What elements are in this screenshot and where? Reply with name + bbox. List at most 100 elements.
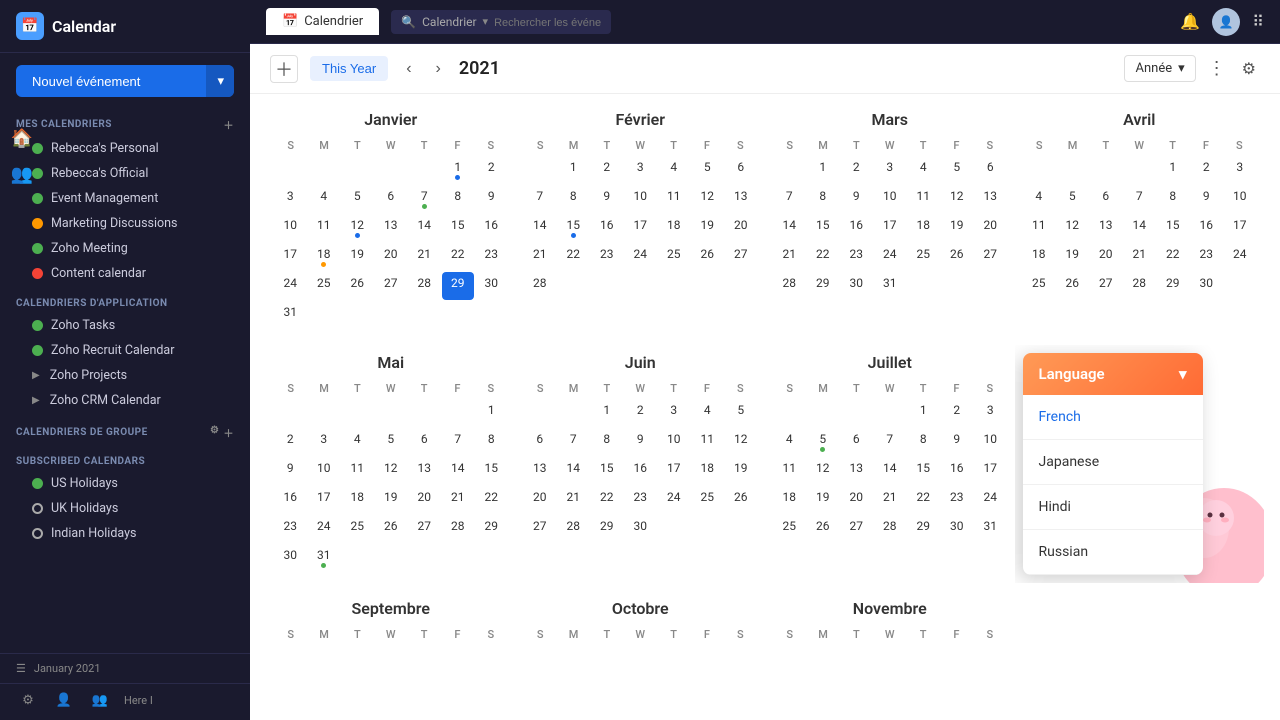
next-year-button[interactable]: › [430, 56, 447, 82]
lang-option-hindi[interactable]: Hindi [1023, 485, 1203, 530]
day-cell[interactable]: 24 [274, 272, 307, 300]
sidebar-item-marketing-discussions[interactable]: Marketing Discussions [16, 211, 234, 236]
here-label: Here I [124, 694, 153, 707]
lang-option-french[interactable]: French [1023, 395, 1203, 440]
month-title-octobre: Octobre [524, 599, 758, 618]
day-cell[interactable]: 20 [375, 243, 408, 271]
add-user-bottom-icon[interactable]: 👥 [88, 688, 112, 712]
month-juin: Juin SMTWTFS 12345 6789101112 1314151617… [516, 345, 766, 583]
day-grid-juin: 12345 6789101112 13141516171819 20212223… [524, 399, 758, 543]
user-avatar[interactable]: 👤 [1212, 8, 1240, 36]
my-calendars-title: MES CALENDRIERS ＋ [16, 117, 234, 132]
prev-year-button[interactable]: ‹ [400, 56, 417, 82]
sidebar-item-zoho-crm[interactable]: ▶ Zoho CRM Calendar [16, 388, 234, 413]
calendar-tab[interactable]: 📅 Calendrier [266, 8, 379, 35]
new-event-label[interactable]: Nouvel événement [16, 66, 206, 97]
sidebar-item-uk-holidays[interactable]: UK Holidays [16, 496, 234, 521]
sidebar-item-zoho-meeting[interactable]: Zoho Meeting [16, 236, 234, 261]
day-cell[interactable] [375, 156, 408, 184]
day-cell-today[interactable]: 29 [442, 272, 475, 300]
more-options-icon[interactable]: ⋮ [1204, 54, 1230, 83]
months-row-1: Janvier SMTWTFS 1 2 3 4 5 6 7 [266, 102, 1264, 337]
search-bar[interactable]: 🔍 Calendrier ▾ [391, 10, 611, 34]
day-cell[interactable]: 17 [274, 243, 307, 271]
sidebar-item-rebeccas-official[interactable]: Rebecca's Official [16, 161, 234, 186]
day-cell[interactable]: 23 [475, 243, 508, 271]
new-event-button[interactable]: Nouvel événement ▾ [16, 65, 234, 97]
day-cell[interactable]: 9 [475, 185, 508, 213]
view-dropdown[interactable]: Année ▾ [1124, 55, 1195, 82]
day-cell[interactable] [341, 156, 374, 184]
day-cell[interactable]: 22 [442, 243, 475, 271]
apps-grid-icon[interactable]: ⠿ [1252, 12, 1264, 31]
day-cell[interactable]: 14 [408, 214, 441, 242]
month-mars: Mars SMTWTFS 1 2 3 4 5 6 7 8 9 10 11 [765, 102, 1015, 337]
search-placeholder[interactable] [494, 15, 601, 29]
day-cell[interactable]: 13 [375, 214, 408, 242]
this-year-button[interactable]: This Year [310, 56, 388, 81]
day-cell[interactable]: 15 [442, 214, 475, 242]
language-dropdown: Language ▾ French Japanese Hindi Russian [1023, 353, 1203, 575]
add-group-icon[interactable]: ＋ [224, 425, 235, 440]
new-event-arrow[interactable]: ▾ [206, 65, 234, 97]
month-title-novembre: Novembre [773, 599, 1007, 618]
day-cell[interactable]: 21 [408, 243, 441, 271]
sidebar-item-zoho-projects[interactable]: ▶ Zoho Projects [16, 363, 234, 388]
sidebar: 📅 Calendar Nouvel événement ▾ 🏠 👥 MES CA… [0, 0, 250, 720]
lang-option-japanese[interactable]: Japanese [1023, 440, 1203, 485]
add-event-plus-button[interactable]: ＋ [270, 55, 298, 83]
day-cell[interactable]: 30 [475, 272, 508, 300]
day-headers: SMTWTFS [524, 380, 758, 397]
day-cell[interactable]: 10 [274, 214, 307, 242]
sidebar-collapse-icon[interactable]: ☰ [16, 662, 26, 675]
day-cell[interactable] [274, 156, 307, 184]
sidebar-item-indian-holidays[interactable]: Indian Holidays [16, 521, 234, 546]
language-title: Language [1039, 365, 1105, 383]
group-settings-icon[interactable]: ⚙ [210, 425, 219, 440]
day-cell[interactable]: 11 [308, 214, 341, 242]
dropdown-arrow-icon: ▾ [1178, 61, 1185, 76]
day-grid-mai: 1 2345678 9101112131415 16171819202122 2… [274, 399, 508, 572]
day-cell[interactable]: 2 [475, 156, 508, 184]
day-cell[interactable]: 7 [408, 185, 441, 213]
day-cell[interactable]: 26 [341, 272, 374, 300]
calendar-settings-icon[interactable]: ⚙ [1238, 55, 1260, 82]
sidebar-item-us-holidays[interactable]: US Holidays [16, 471, 234, 496]
sidebar-item-content-calendar[interactable]: Content calendar [16, 261, 234, 286]
day-cell[interactable]: 4 [308, 185, 341, 213]
search-input[interactable] [494, 17, 601, 29]
sidebar-item-rebeccas-personal[interactable]: Rebecca's Personal [16, 136, 234, 161]
day-cell[interactable]: 19 [341, 243, 374, 271]
app-calendars-title: CALENDRIERS D'APPLICATION [16, 298, 234, 309]
day-cell[interactable]: 28 [408, 272, 441, 300]
day-cell[interactable]: 8 [442, 185, 475, 213]
day-cell[interactable]: 3 [274, 185, 307, 213]
add-calendar-icon[interactable]: ＋ [224, 117, 235, 132]
language-dropdown-arrow-icon[interactable]: ▾ [1179, 365, 1187, 383]
day-cell[interactable]: 31 [274, 301, 307, 329]
day-cell[interactable]: 12 [341, 214, 374, 242]
day-cell[interactable]: 6 [375, 185, 408, 213]
sidebar-item-event-management[interactable]: Event Management [16, 186, 234, 211]
notification-icon[interactable]: 🔔 [1180, 12, 1200, 31]
day-cell[interactable]: 25 [308, 272, 341, 300]
sidebar-item-zoho-recruit[interactable]: Zoho Recruit Calendar [16, 338, 234, 363]
day-cell[interactable]: 27 [375, 272, 408, 300]
lang-option-russian[interactable]: Russian [1023, 530, 1203, 575]
home-icon[interactable]: 🏠 [12, 128, 32, 148]
sidebar-item-zoho-tasks[interactable]: Zoho Tasks [16, 313, 234, 338]
calendar-color-dot [32, 503, 43, 514]
day-cell[interactable]: 18 [308, 243, 341, 271]
people-bottom-icon[interactable]: 👤 [52, 688, 76, 712]
app-calendars-section: CALENDRIERS D'APPLICATION Zoho Tasks Zoh… [0, 290, 250, 417]
day-cell[interactable] [308, 156, 341, 184]
search-dropdown-arrow[interactable]: ▾ [483, 15, 489, 28]
day-cell[interactable] [408, 156, 441, 184]
day-cell[interactable]: 5 [341, 185, 374, 213]
day-grid-avril: 1 2 3 4 5 6 7 8 9 10 11 12 13 14 15 16 1 [1023, 156, 1257, 300]
resources-icon[interactable]: 👥 [12, 164, 32, 184]
calendar-toolbar: ＋ This Year ‹ › 2021 Année ▾ ⋮ ⚙ [250, 44, 1280, 94]
settings-bottom-icon[interactable]: ⚙ [16, 688, 40, 712]
day-cell[interactable]: 1 [442, 156, 475, 184]
day-cell[interactable]: 16 [475, 214, 508, 242]
